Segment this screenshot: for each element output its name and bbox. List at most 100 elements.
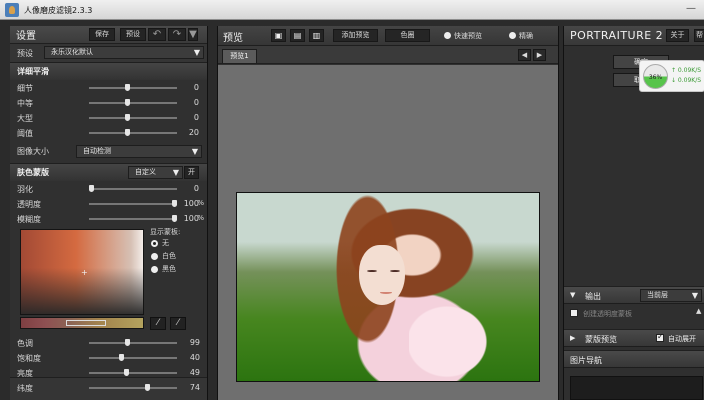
- fast-preview-option[interactable]: 快速预览: [444, 31, 482, 41]
- hue-range-selector[interactable]: [66, 320, 106, 326]
- image-nav-title: 图片导航: [570, 356, 602, 365]
- accurate-preview-option[interactable]: 精确: [509, 31, 533, 41]
- slider-track[interactable]: [89, 200, 177, 207]
- expand-icon[interactable]: ▲: [696, 307, 701, 315]
- slider-knob[interactable]: [124, 114, 130, 121]
- slider-track[interactable]: [89, 129, 177, 136]
- save-button[interactable]: 保存: [89, 28, 115, 41]
- help-button[interactable]: 帮: [694, 29, 704, 42]
- preset-select[interactable]: 永乐汉化默认 ▼: [44, 46, 204, 59]
- accurate-label: 精确: [519, 32, 533, 40]
- preview-title: 预览: [223, 33, 243, 44]
- single-view-icon[interactable]: ▣: [271, 29, 286, 42]
- skin-slider-feather[interactable]: 羽化 0: [10, 181, 207, 196]
- mask-option-none[interactable]: 无: [150, 237, 180, 250]
- color-sliders: 色调 99 饱和度 40 亮度 49 纬度 74: [10, 335, 208, 395]
- mask-option-black[interactable]: 黑色: [150, 263, 180, 276]
- redo-icon[interactable]: ↷: [168, 28, 186, 41]
- slider-unit: %: [197, 199, 204, 207]
- split-vertical-icon[interactable]: ▥: [309, 29, 324, 42]
- slider-label: 饱和度: [17, 354, 41, 363]
- chevron-down-icon: ▼: [172, 168, 179, 177]
- skin-mode-select[interactable]: 自定义 ▼: [128, 166, 183, 179]
- tab-preview-1[interactable]: 预览1: [222, 49, 257, 63]
- color-slider-hue[interactable]: 色调 99: [10, 335, 208, 350]
- radio-icon: [151, 266, 158, 273]
- skin-slider-opacity[interactable]: 透明度 100%: [10, 196, 207, 211]
- skin-slider-blur[interactable]: 模糊度 100%: [10, 211, 207, 226]
- slider-knob[interactable]: [123, 369, 129, 376]
- color-slider-latitude[interactable]: 纬度 74: [10, 380, 208, 395]
- crosshair-icon: +: [81, 268, 88, 277]
- radio-icon: [151, 253, 158, 260]
- detail-smoothing-title: 详细平滑: [10, 63, 207, 80]
- preview-canvas[interactable]: [218, 65, 558, 400]
- checkbox-icon[interactable]: [570, 309, 578, 317]
- image-size-select[interactable]: 自动检测 ▼: [76, 145, 202, 158]
- slider-track[interactable]: [89, 99, 177, 106]
- slider-knob[interactable]: [172, 200, 177, 207]
- slider-track[interactable]: [89, 84, 177, 91]
- detail-slider-medium[interactable]: 中等 0: [10, 95, 207, 110]
- mask-preview-section[interactable]: ▶ 蒙版预览 自动展开: [564, 329, 704, 347]
- radio-icon: [509, 32, 516, 39]
- slider-knob[interactable]: [124, 129, 130, 136]
- skin-mask-toggle[interactable]: 开: [184, 166, 199, 179]
- add-preview-button[interactable]: 添加预览: [333, 29, 378, 42]
- slider-track[interactable]: [89, 215, 177, 222]
- slider-knob[interactable]: [118, 354, 124, 361]
- mask-display-options: 显示蒙板: 无 白色 黑色: [150, 227, 180, 276]
- color-slider-saturation[interactable]: 饱和度 40: [10, 350, 208, 365]
- preset-label: 预设: [17, 48, 33, 58]
- detail-slider-large[interactable]: 大型 0: [10, 110, 207, 125]
- minimize-button[interactable]: —: [678, 0, 704, 18]
- settings-menu-icon[interactable]: ▼: [188, 28, 198, 41]
- slider-knob[interactable]: [172, 215, 177, 222]
- image-nav-section[interactable]: 图片导航: [564, 350, 704, 368]
- portrait-photo: [236, 192, 540, 382]
- navigator-thumbnail[interactable]: [570, 376, 703, 400]
- mask-option-white[interactable]: 白色: [150, 250, 180, 263]
- slider-track[interactable]: [89, 185, 177, 192]
- detail-slider-threshold[interactable]: 阈值 20: [10, 125, 207, 140]
- slider-track[interactable]: [89, 354, 177, 361]
- slider-knob[interactable]: [124, 339, 130, 346]
- preview-panel: 预览 ▣ ▤ ▥ 添加预览 色圈 快速预览 精确 预览1 ◀ ▶: [217, 26, 559, 400]
- slider-track[interactable]: [89, 339, 177, 346]
- slider-unit: %: [197, 214, 204, 222]
- window-titlebar: 人像磨皮滤镜2.3.3 —: [0, 0, 704, 20]
- slider-track[interactable]: [89, 114, 177, 121]
- slider-track[interactable]: [89, 384, 177, 391]
- preset-button[interactable]: 预设: [120, 28, 146, 41]
- output-section[interactable]: ▼ 输出 当前层 ▼: [564, 286, 704, 304]
- slider-value: 40: [189, 353, 200, 362]
- hue-range-bar[interactable]: [20, 317, 144, 329]
- slider-knob[interactable]: [124, 99, 130, 106]
- auto-expand-checkbox[interactable]: [656, 332, 664, 342]
- portraiture-panel: PORTRAITURE 2 关于 帮 确定 取消 36% ↑ 0.09K/S ↓…: [563, 26, 704, 400]
- detail-slider-fine[interactable]: 细节 0: [10, 80, 207, 95]
- radio-label: 无: [162, 239, 169, 247]
- preview-tab-bar: 预览1 ◀ ▶: [218, 46, 558, 64]
- split-horizontal-icon[interactable]: ▤: [290, 29, 305, 42]
- output-select[interactable]: 当前层 ▼: [640, 289, 702, 302]
- about-button[interactable]: 关于: [666, 29, 689, 42]
- slider-value: 74: [189, 383, 200, 392]
- radio-label: 白色: [162, 252, 176, 260]
- color-wheel-button[interactable]: 色圈: [385, 29, 430, 42]
- slider-label: 模糊度: [17, 215, 41, 224]
- slider-knob[interactable]: [145, 384, 151, 391]
- download-rate-text: ↓ 0.09K/S: [671, 77, 702, 84]
- chevron-down-icon: ▼: [191, 147, 198, 156]
- slider-track[interactable]: [89, 369, 177, 376]
- skin-color-picker[interactable]: +: [20, 229, 144, 315]
- next-tab-icon[interactable]: ▶: [533, 49, 546, 61]
- undo-icon[interactable]: ↶: [148, 28, 166, 41]
- eyedropper-minus-icon[interactable]: ⁄: [170, 317, 186, 330]
- previous-tab-icon[interactable]: ◀: [518, 49, 531, 61]
- color-slider-luminance[interactable]: 亮度 49: [10, 365, 208, 380]
- slider-knob[interactable]: [124, 84, 130, 91]
- slider-knob[interactable]: [89, 185, 94, 192]
- eyedropper-icon[interactable]: ⁄: [150, 317, 166, 330]
- slider-value: 0: [193, 113, 199, 122]
